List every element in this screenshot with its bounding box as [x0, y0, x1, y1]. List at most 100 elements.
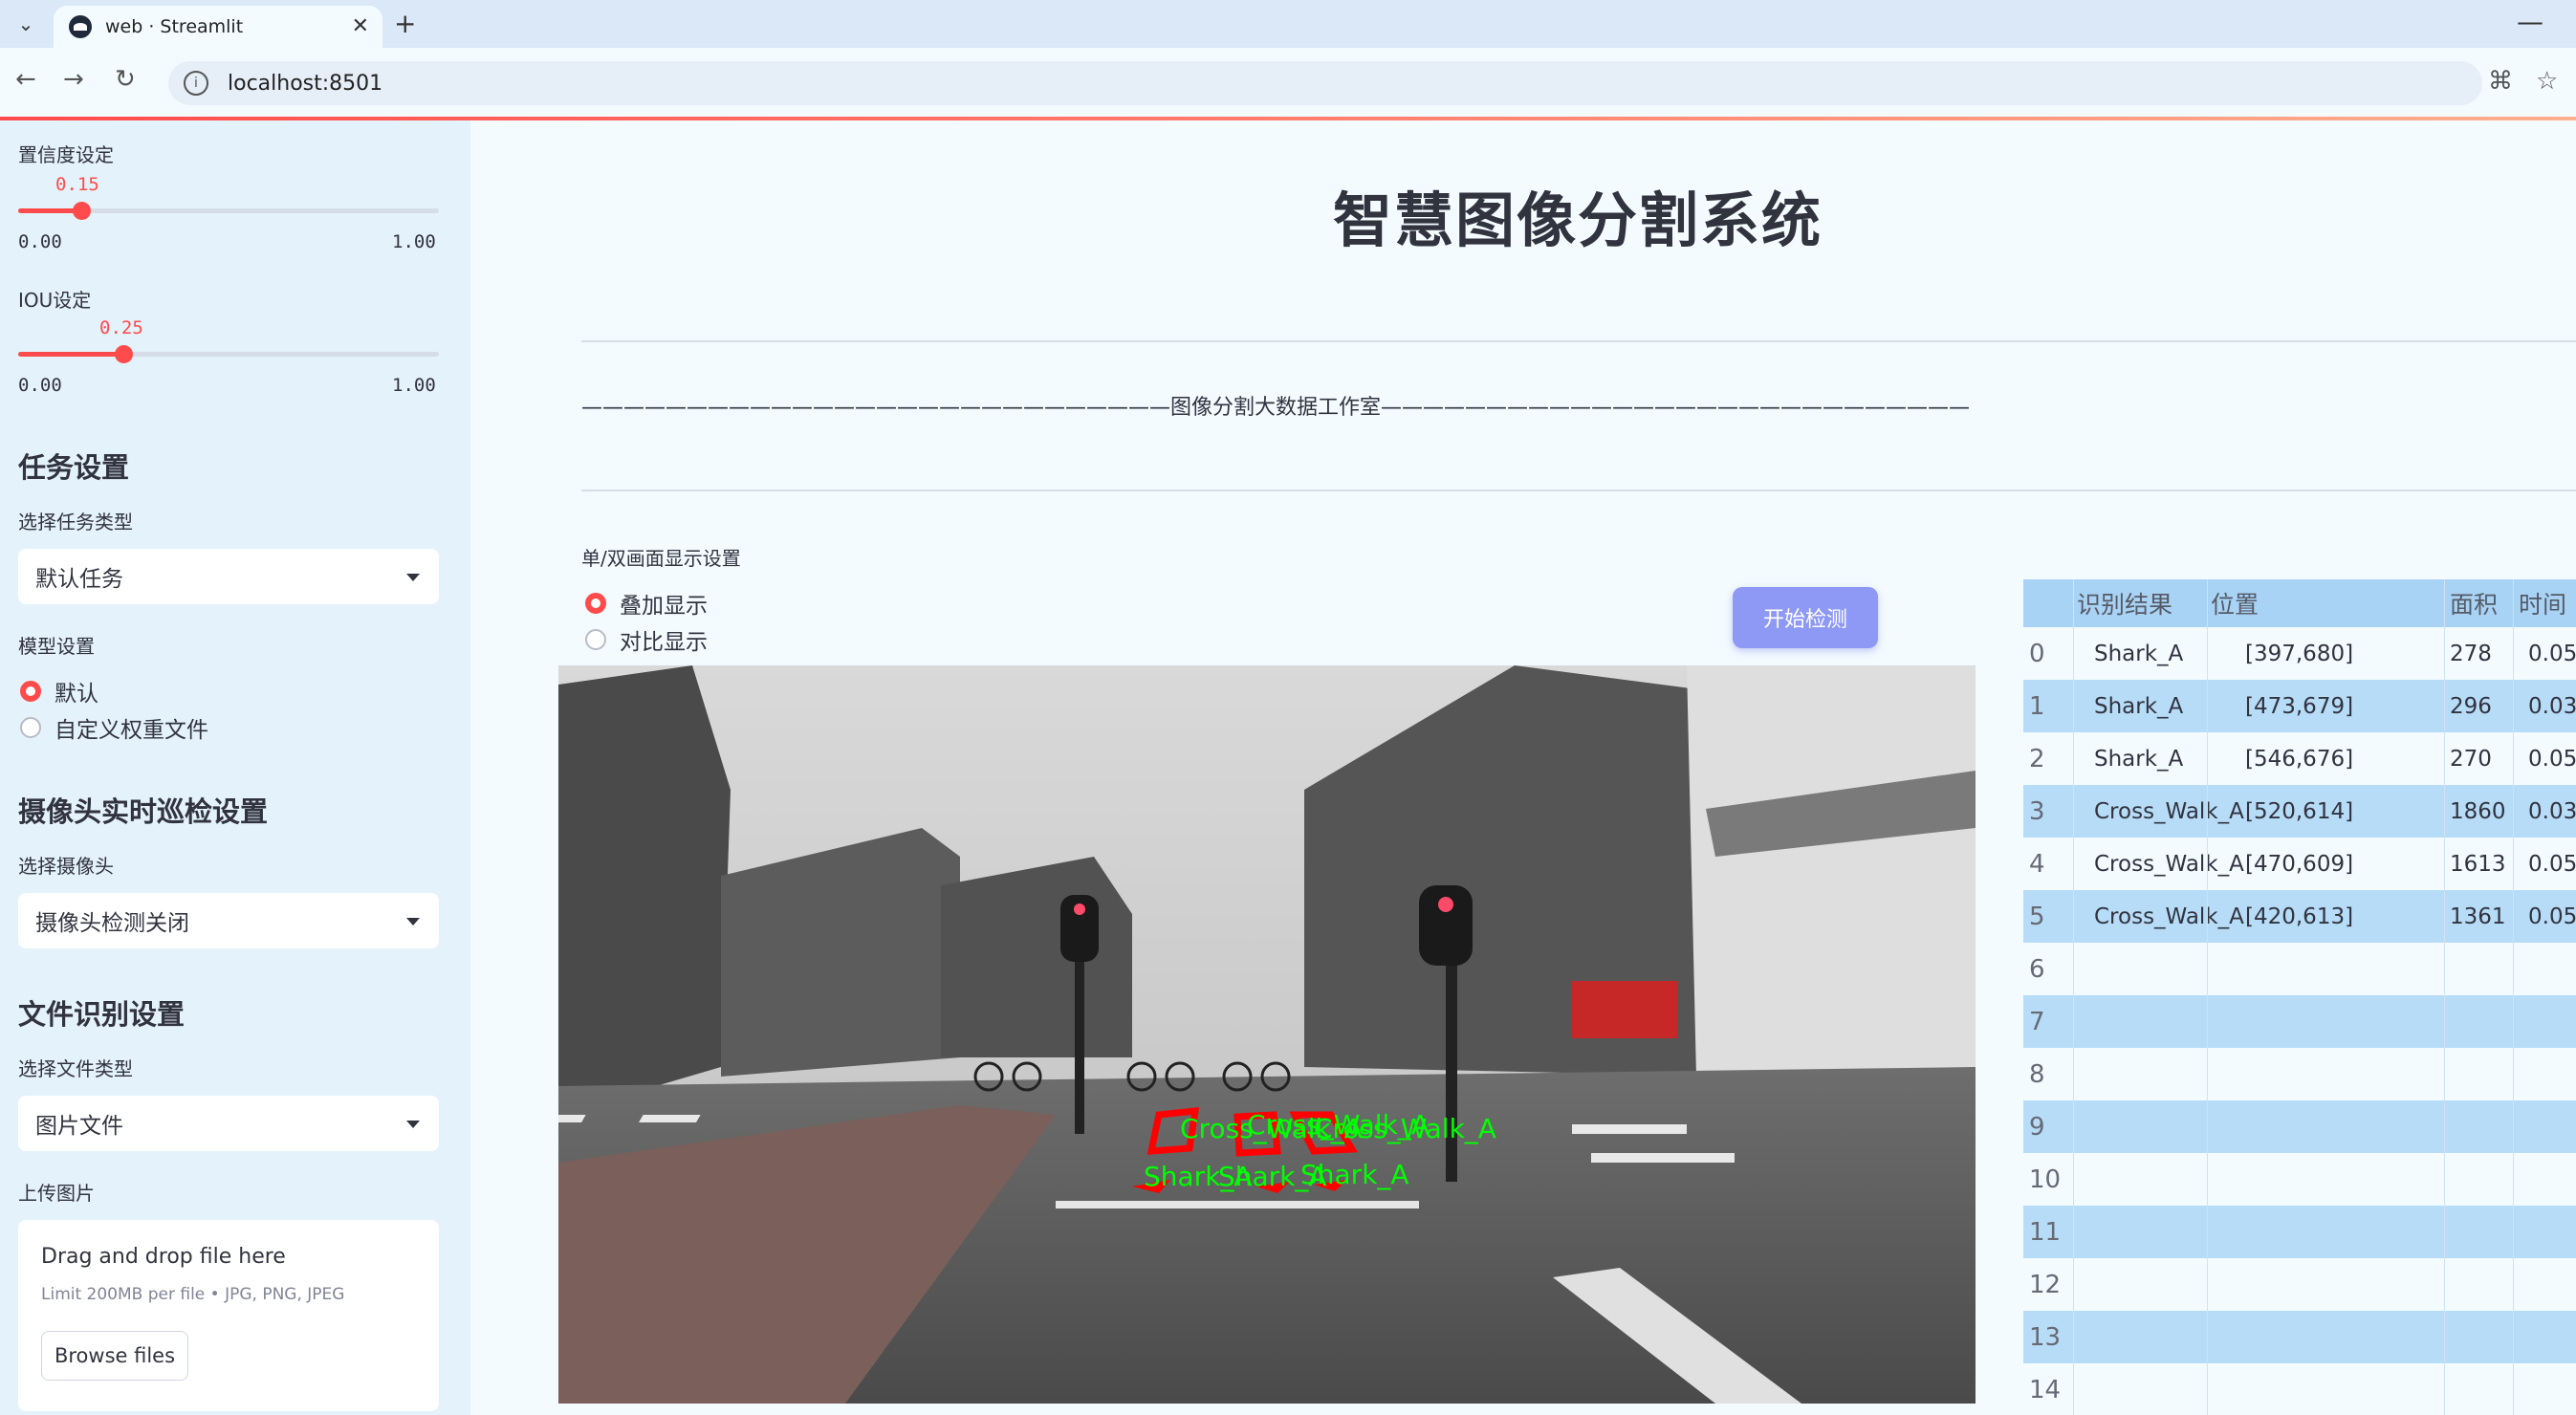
table-cell-idx: 9	[2029, 1112, 2045, 1142]
table-row[interactable]: 9	[2023, 1100, 2576, 1153]
forward-arrow-icon[interactable]: →	[63, 65, 84, 94]
table-cell-pos: [397,680]	[2245, 641, 2354, 666]
reload-icon[interactable]: ↻	[115, 65, 136, 94]
iou-slider-thumb[interactable]	[115, 345, 133, 363]
overlay-label: Shark_A	[1300, 1159, 1409, 1190]
confidence-label: 置信度设定	[18, 143, 114, 166]
iou-slider-fill	[18, 352, 123, 357]
browser-tab-bar: ⌄ web · Streamlit ✕ + —	[0, 0, 2576, 48]
table-cell-result: Cross_Walk_A	[2094, 798, 2244, 824]
file-type-select[interactable]: 图片文件	[18, 1096, 439, 1151]
bookmark-star-icon[interactable]: ☆	[2536, 67, 2558, 96]
chevron-down-icon	[406, 918, 420, 925]
table-row[interactable]: 10	[2023, 1153, 2576, 1206]
confidence-slider-thumb[interactable]	[73, 202, 91, 220]
red-van	[1572, 981, 1677, 1038]
table-cell-pos: [520,614]	[2245, 798, 2354, 824]
table-row[interactable]: 14	[2023, 1363, 2576, 1415]
table-cell-time: 0.03	[2528, 693, 2576, 719]
header-position[interactable]: 位置	[2211, 579, 2259, 627]
crosswalk-stripe	[1572, 1124, 1687, 1134]
file-type-label: 选择文件类型	[18, 1057, 133, 1080]
iou-label: IOU设定	[18, 289, 92, 312]
file-type-selected: 图片文件	[35, 1114, 123, 1139]
table-row[interactable]: 3 Cross_Walk_A [520,614] 1860 0.03	[2023, 785, 2576, 838]
table-cell-idx: 13	[2029, 1322, 2062, 1352]
chevron-down-icon	[406, 574, 420, 581]
tab-search-chevron-icon[interactable]: ⌄	[10, 8, 42, 40]
table-row[interactable]: 5 Cross_Walk_A [420,613] 1361 0.05	[2023, 890, 2576, 943]
table-cell-time: 0.05	[2528, 641, 2576, 666]
table-cell-time: 0.05	[2528, 746, 2576, 772]
browser-tab[interactable]: web · Streamlit ✕	[54, 6, 382, 48]
traffic-light-red	[1074, 903, 1085, 915]
table-row[interactable]: 6	[2023, 943, 2576, 995]
file-heading: 文件识别设置	[18, 998, 186, 1031]
table-cell-area: 270	[2450, 746, 2492, 772]
dropzone-limit: Limit 200MB per file • JPG, PNG, JPEG	[41, 1285, 345, 1304]
table-header: 识别结果 位置 面积 时间	[2023, 579, 2576, 627]
display-radio-overlay[interactable]: 叠加显示	[585, 587, 708, 620]
confidence-slider[interactable]	[18, 202, 439, 220]
table-cell-idx: 0	[2029, 639, 2045, 668]
display-mode-label: 单/双画面显示设置	[581, 547, 741, 570]
table-row[interactable]: 11	[2023, 1206, 2576, 1258]
table-row[interactable]: 7	[2023, 995, 2576, 1048]
building-right-corner	[1687, 665, 1976, 1077]
iou-slider[interactable]	[18, 345, 439, 363]
column-divider	[2513, 579, 2514, 1415]
table-cell-idx: 1	[2029, 691, 2045, 721]
browse-files-button[interactable]: Browse files	[41, 1331, 188, 1381]
header-result[interactable]: 识别结果	[2077, 579, 2172, 627]
header-area[interactable]: 面积	[2450, 579, 2498, 627]
table-row[interactable]: 8	[2023, 1048, 2576, 1100]
translate-icon[interactable]: ⌘	[2488, 67, 2513, 96]
table-cell-pos: [473,679]	[2245, 693, 2354, 719]
table-row[interactable]: 1 Shark_A [473,679] 296 0.03	[2023, 680, 2576, 732]
column-divider	[2207, 579, 2208, 1415]
divider	[581, 490, 2576, 491]
table-cell-idx: 14	[2029, 1375, 2062, 1404]
display-radio-compare[interactable]: 对比显示	[585, 623, 708, 656]
table-cell-idx: 8	[2029, 1059, 2045, 1089]
table-row[interactable]: 13	[2023, 1311, 2576, 1363]
table-row[interactable]: 12	[2023, 1258, 2576, 1311]
crosswalk-stripe	[639, 1115, 701, 1122]
model-radio-custom[interactable]: 自定义权重文件	[20, 711, 208, 744]
traffic-light-red	[1438, 897, 1453, 912]
minimize-window-icon[interactable]: —	[2517, 6, 2543, 37]
iou-min: 0.00	[18, 375, 62, 396]
table-cell-idx: 7	[2029, 1007, 2045, 1036]
site-info-icon[interactable]: i	[184, 71, 208, 96]
table-cell-pos: [470,609]	[2245, 851, 2354, 877]
model-radio-default[interactable]: 默认	[20, 675, 98, 708]
file-dropzone[interactable]: Drag and drop file here Limit 200MB per …	[18, 1220, 439, 1411]
display-option-overlay: 叠加显示	[620, 594, 708, 619]
table-cell-idx: 3	[2029, 796, 2045, 826]
new-tab-icon[interactable]: +	[394, 8, 416, 39]
column-divider	[2073, 579, 2074, 1415]
task-type-label: 选择任务类型	[18, 511, 133, 533]
column-divider	[2444, 579, 2445, 1415]
task-type-selected: 默认任务	[35, 567, 123, 592]
table-row[interactable]: 2 Shark_A [546,676] 270 0.05	[2023, 732, 2576, 785]
url-text: localhost:8501	[228, 71, 383, 96]
table-cell-area: 296	[2450, 693, 2492, 719]
header-time[interactable]: 时间	[2519, 579, 2566, 627]
camera-select[interactable]: 摄像头检测关闭	[18, 893, 439, 948]
table-cell-time: 0.05	[2528, 903, 2576, 929]
start-detection-button[interactable]: 开始检测	[1733, 587, 1878, 648]
display-option-compare: 对比显示	[620, 630, 708, 655]
detection-result-image: Cross_Walk_A Cross_Walk_A Cross_Walk_A S…	[558, 665, 1976, 1404]
task-type-select[interactable]: 默认任务	[18, 549, 439, 604]
upload-label: 上传图片	[18, 1182, 95, 1205]
close-tab-icon[interactable]: ✕	[352, 14, 369, 38]
divider	[581, 340, 2576, 342]
back-arrow-icon[interactable]: ←	[15, 65, 36, 94]
table-row[interactable]: 4 Cross_Walk_A [470,609] 1613 0.05	[2023, 838, 2576, 890]
table-cell-idx: 6	[2029, 954, 2045, 984]
table-cell-time: 0.05	[2528, 851, 2576, 877]
url-omnibox[interactable]: i localhost:8501	[168, 61, 2482, 105]
model-option-custom: 自定义权重文件	[55, 718, 208, 743]
table-row[interactable]: 0 Shark_A [397,680] 278 0.05	[2023, 627, 2576, 680]
